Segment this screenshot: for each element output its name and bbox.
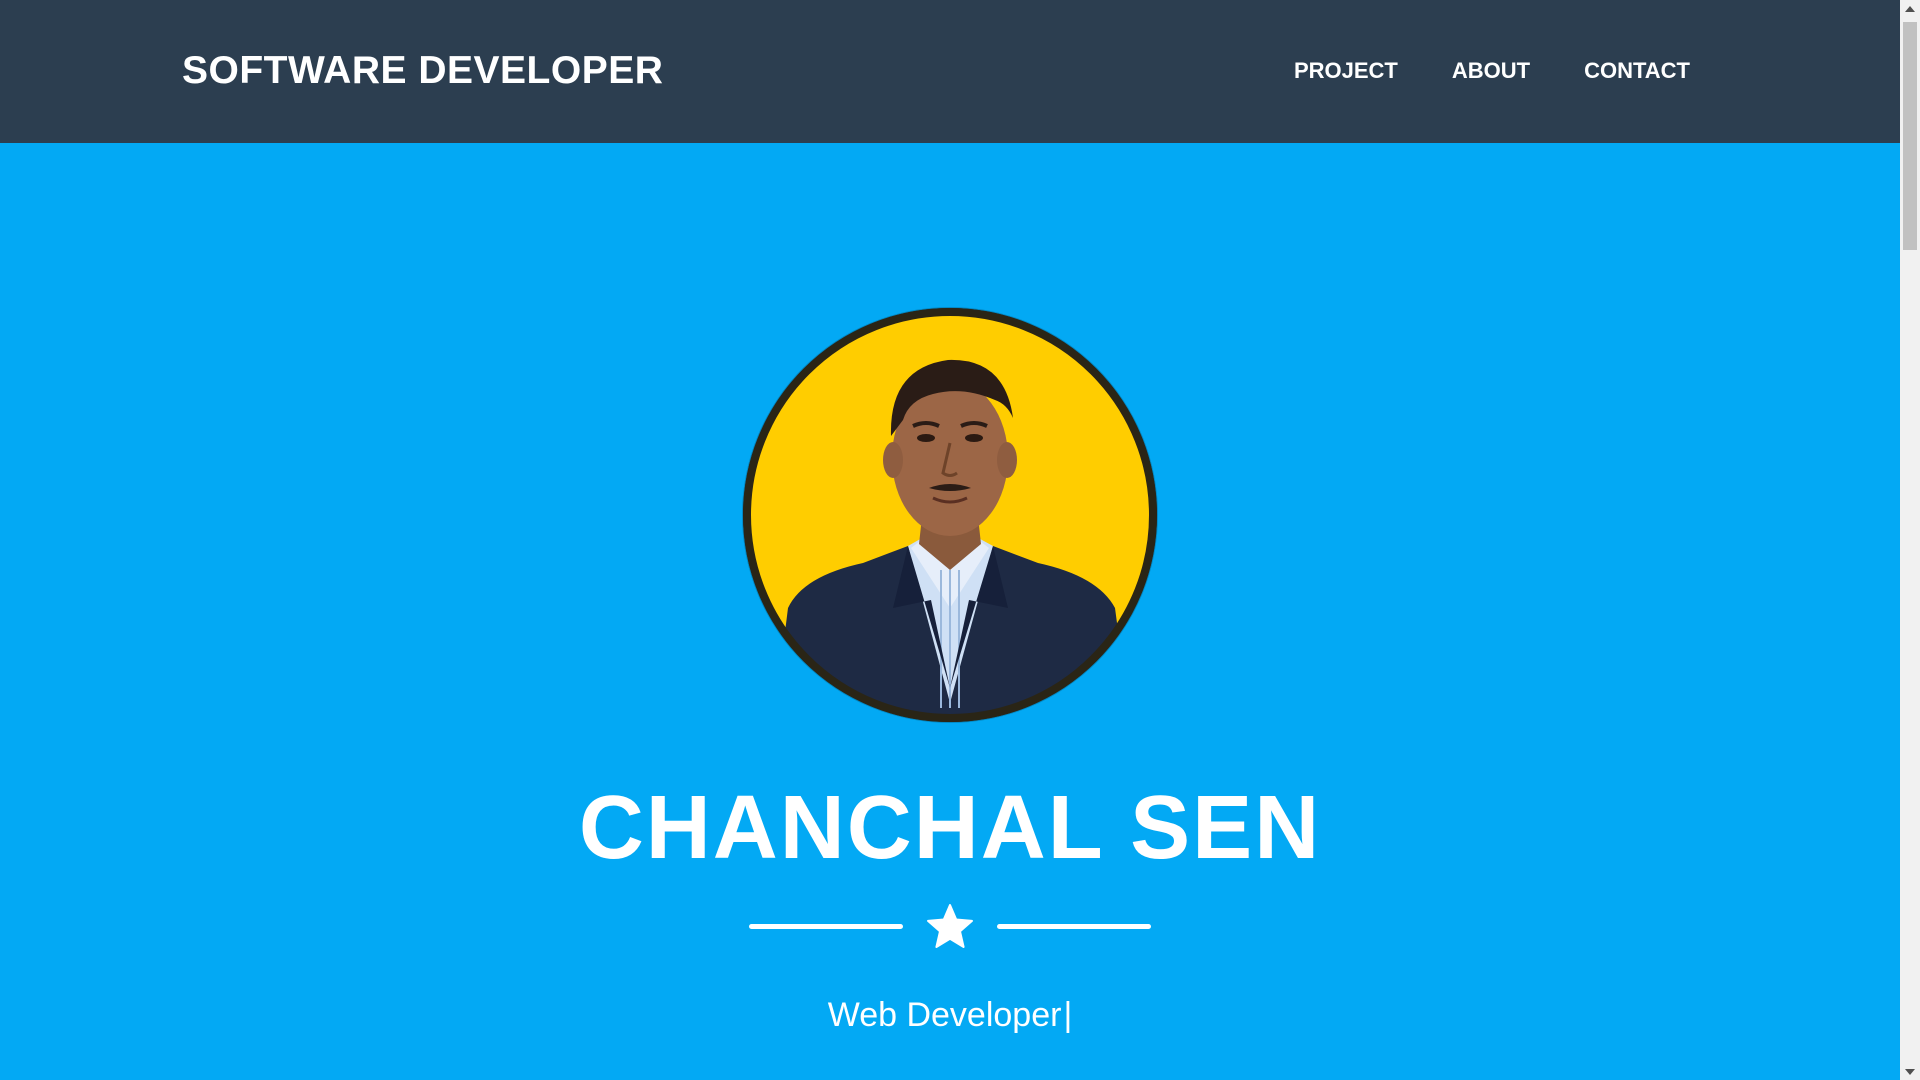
star-icon <box>927 904 973 948</box>
subtitle-text: Web Developer <box>827 996 1062 1034</box>
navbar: SOFTWARE DEVELOPER PROJECT ABOUT CONTACT <box>0 0 1900 143</box>
avatar <box>743 308 1157 722</box>
hero-name: CHANCHAL SEN <box>578 778 1322 878</box>
nav-link-contact[interactable]: CONTACT <box>1557 54 1690 88</box>
nav-links: PROJECT ABOUT CONTACT <box>1267 54 1690 88</box>
nav-link-project[interactable]: PROJECT <box>1267 54 1425 88</box>
masthead: CHANCHAL SEN Web Developer| <box>0 143 1900 1080</box>
divider-line-left <box>749 924 903 929</box>
star-divider <box>749 902 1151 952</box>
scroll-down-icon[interactable] <box>1900 1063 1920 1080</box>
profile-photo <box>743 308 1157 722</box>
typing-cursor: | <box>1063 996 1073 1034</box>
hero-subtitle: Web Developer| <box>0 993 1900 1037</box>
nav-link-about[interactable]: ABOUT <box>1425 54 1557 88</box>
scroll-up-icon[interactable] <box>1900 0 1920 17</box>
divider-line-right <box>997 924 1151 929</box>
scroll-thumb[interactable] <box>1903 22 1917 250</box>
brand-link[interactable]: SOFTWARE DEVELOPER <box>182 46 663 96</box>
vertical-scrollbar[interactable] <box>1900 0 1920 1080</box>
